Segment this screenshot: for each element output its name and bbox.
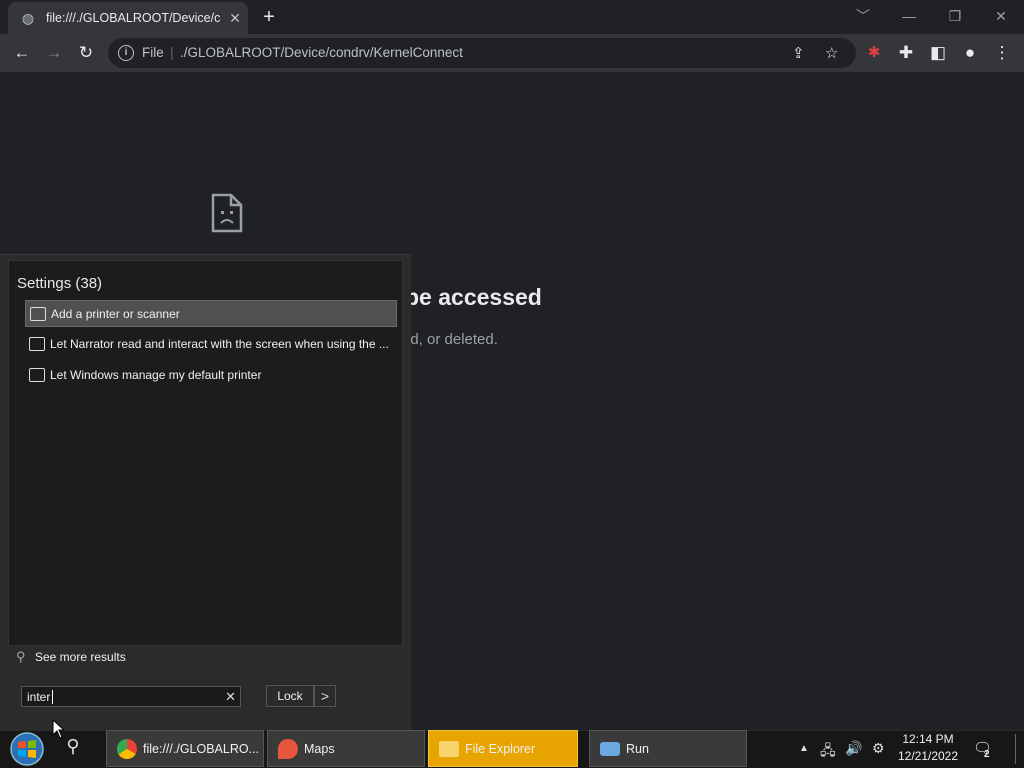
lock-button[interactable]: Lock bbox=[266, 685, 314, 707]
folder-icon bbox=[439, 740, 459, 757]
results-header: Settings (38) bbox=[17, 275, 103, 292]
see-more-results-link[interactable]: ⚲ See more results bbox=[16, 649, 126, 665]
extensions-puzzle-icon[interactable]: ✚ bbox=[894, 41, 918, 65]
globe-icon: ◍ bbox=[21, 10, 35, 26]
taskbar-file-explorer[interactable]: File Explorer bbox=[428, 730, 578, 767]
more-menu-icon[interactable]: ⋮ bbox=[990, 41, 1014, 65]
browser-tab[interactable]: ◍ file:///./GLOBALROOT/Device/con ✕ bbox=[8, 2, 248, 34]
taskbar-search-icon[interactable]: ⚲ bbox=[62, 736, 84, 757]
tab-close-icon[interactable]: ✕ bbox=[227, 10, 243, 27]
error-title: be accessed bbox=[405, 284, 542, 310]
result-label: Let Narrator read and interact with the … bbox=[50, 336, 389, 351]
profile-icon[interactable]: ● bbox=[958, 41, 982, 65]
address-bar[interactable]: i File | ./GLOBALROOT/Device/condrv/Kern… bbox=[108, 38, 856, 68]
error-description: ed, or deleted. bbox=[402, 331, 498, 348]
bookmark-star-icon[interactable]: ☆ bbox=[825, 44, 838, 62]
mouse-cursor-icon bbox=[52, 719, 64, 739]
result-label: Add a printer or scanner bbox=[51, 306, 180, 321]
notification-icon[interactable]: 🗨 bbox=[973, 739, 993, 759]
clear-search-icon[interactable]: ✕ bbox=[225, 689, 236, 705]
volume-icon[interactable]: 🔊 bbox=[845, 740, 862, 757]
restore-button[interactable]: ❐ bbox=[932, 4, 978, 28]
tab-title: file:///./GLOBALROOT/Device/con bbox=[46, 11, 221, 25]
chrome-icon bbox=[117, 738, 137, 759]
result-label: Let Windows manage my default printer bbox=[50, 367, 262, 382]
taskbar-label: Maps bbox=[304, 741, 335, 756]
start-search-input[interactable]: inter ✕ bbox=[21, 686, 241, 707]
magnifier-icon: ⚲ bbox=[16, 649, 26, 664]
taskbar-clock[interactable]: 12:14 PM 12/21/2022 bbox=[888, 731, 968, 765]
text-caret bbox=[52, 690, 53, 704]
back-arrow-icon[interactable]: ← bbox=[10, 41, 34, 65]
new-tab-button[interactable]: + bbox=[258, 6, 280, 29]
minimize-button[interactable]: — bbox=[886, 4, 932, 28]
taskbar-chrome[interactable]: file:///./GLOBALRO... bbox=[106, 730, 264, 767]
power-options-arrow[interactable]: > bbox=[314, 685, 336, 707]
run-icon bbox=[600, 741, 620, 756]
close-window-button[interactable]: ✕ bbox=[978, 4, 1024, 28]
printer-icon bbox=[30, 306, 46, 321]
forward-arrow-icon[interactable]: → bbox=[42, 41, 66, 65]
show-hidden-icons-icon[interactable]: ▲ bbox=[799, 743, 809, 754]
tab-search-icon[interactable]: ﹀ bbox=[840, 4, 886, 28]
result-add-printer[interactable]: Add a printer or scanner bbox=[25, 300, 397, 327]
result-narrator[interactable]: Let Narrator read and interact with the … bbox=[25, 331, 395, 356]
search-value: inter bbox=[27, 690, 51, 704]
network-icon[interactable]: 🖧 bbox=[820, 740, 836, 764]
url-separator: | bbox=[170, 44, 174, 60]
side-panel-icon[interactable]: ◧ bbox=[926, 41, 950, 65]
url-scheme: File bbox=[142, 45, 164, 60]
clock-time: 12:14 PM bbox=[902, 732, 954, 746]
start-orb-icon[interactable] bbox=[8, 730, 46, 768]
taskbar-label: Run bbox=[626, 741, 649, 756]
extension-red-icon[interactable]: ✱ bbox=[862, 41, 886, 65]
notification-count: 2 bbox=[984, 749, 990, 760]
taskbar-label: File Explorer bbox=[465, 741, 536, 756]
settings-slider-icon[interactable]: ⚙ bbox=[872, 740, 885, 757]
result-default-printer[interactable]: Let Windows manage my default printer bbox=[25, 362, 395, 387]
taskbar-maps[interactable]: Maps bbox=[267, 730, 425, 767]
printer-icon bbox=[29, 367, 45, 382]
taskbar-run[interactable]: Run bbox=[589, 730, 747, 767]
show-desktop-button[interactable] bbox=[1015, 734, 1020, 764]
url-text: ./GLOBALROOT/Device/condrv/KernelConnect bbox=[180, 45, 463, 60]
taskbar-label: file:///./GLOBALRO... bbox=[143, 741, 260, 756]
see-more-label: See more results bbox=[35, 650, 126, 664]
share-icon[interactable]: ⇪ bbox=[792, 44, 805, 62]
site-info-icon[interactable]: i bbox=[118, 45, 134, 61]
narrator-icon bbox=[29, 336, 45, 351]
sad-file-icon bbox=[211, 193, 243, 233]
maps-icon bbox=[278, 738, 298, 759]
clock-date: 12/21/2022 bbox=[897, 749, 959, 763]
reload-icon[interactable]: ↻ bbox=[74, 41, 98, 65]
